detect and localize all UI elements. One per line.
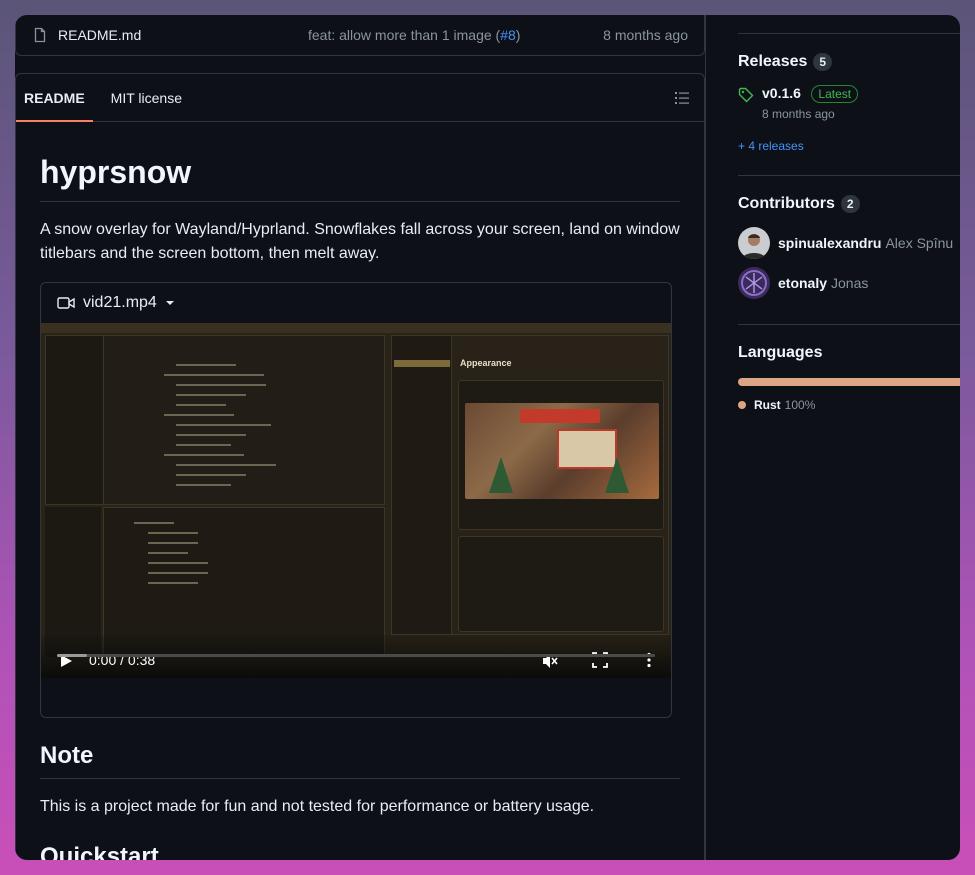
video-code-line	[148, 542, 198, 544]
file-name[interactable]: README.md	[58, 27, 308, 43]
video-code-line	[176, 464, 276, 466]
video-code-line	[176, 394, 246, 396]
contributor-fullname: Alex Spînu	[885, 235, 954, 251]
video-code-editor	[45, 335, 385, 505]
video-player[interactable]: Appearance 0:00 / 0:38	[41, 323, 671, 678]
avatar[interactable]	[738, 267, 770, 299]
main-column: README.md feat: allow more than 1 image …	[15, 15, 705, 860]
tab-readme[interactable]: README	[16, 74, 93, 122]
video-settings-window: Appearance	[391, 335, 669, 635]
video-code-line	[176, 474, 246, 476]
language-name: Rust	[754, 398, 781, 412]
tag-icon	[738, 87, 754, 103]
repo-sidebar: Releases 5 v0.1.6 Latest 8 months ago + …	[705, 15, 960, 860]
commit-message-suffix: )	[515, 26, 521, 43]
contributors-heading[interactable]: Contributors 2	[738, 195, 960, 213]
video-desktop-topbar	[41, 323, 671, 333]
contributor-username[interactable]: spinualexandru	[778, 235, 881, 251]
video-progress-bar[interactable]	[57, 654, 655, 657]
latest-release[interactable]: v0.1.6 Latest 8 months ago	[738, 85, 960, 121]
video-embed: vid21.mp4 Appearance 0:00 / 0:38	[40, 282, 672, 718]
release-version[interactable]: v0.1.6	[762, 85, 801, 101]
contributors-count: 2	[840, 195, 860, 213]
readme-description: A snow overlay for Wayland/Hyprland. Sno…	[40, 221, 680, 262]
releases-count: 5	[813, 53, 833, 71]
languages-title: Languages	[738, 344, 823, 361]
video-code-line	[164, 414, 234, 416]
language-color-dot	[738, 401, 746, 409]
readme-title: hyprsnow	[40, 154, 680, 202]
readme-tabs: README MIT license	[16, 74, 704, 122]
video-wallpaper-tree	[489, 457, 513, 493]
readme-file-row[interactable]: README.md feat: allow more than 1 image …	[15, 15, 705, 56]
video-code-line	[134, 522, 174, 524]
release-date: 8 months ago	[762, 107, 835, 121]
video-general-card	[458, 536, 664, 632]
note-heading: Note	[40, 742, 680, 779]
video-code-line	[164, 454, 244, 456]
more-releases-link[interactable]: + 4 releases	[738, 139, 960, 153]
language-percent: 100%	[784, 398, 816, 412]
outline-list-icon[interactable]	[674, 90, 690, 106]
github-window: README.md feat: allow more than 1 image …	[15, 15, 960, 860]
video-code-line	[148, 572, 208, 574]
video-code-line	[176, 404, 226, 406]
video-editor-sidebar	[46, 336, 104, 504]
sidebar-divider	[738, 33, 960, 34]
video-code-line	[176, 424, 271, 426]
contributor-fullname: Jonas	[831, 275, 869, 291]
sidebar-divider	[738, 175, 960, 176]
contributors-title: Contributors	[738, 195, 835, 212]
video-code-line	[148, 532, 198, 534]
languages-section: Languages Rust 100%	[738, 344, 960, 412]
releases-section: Releases 5 v0.1.6 Latest 8 months ago + …	[738, 53, 960, 153]
contributor-item[interactable]: spinualexandru Alex Spînu	[738, 227, 960, 259]
tab-license[interactable]: MIT license	[103, 74, 190, 121]
note-text: This is a project made for fun and not t…	[40, 798, 595, 815]
language-bar	[738, 378, 960, 386]
video-settings-nav-selected	[394, 360, 450, 367]
chevron-down-icon	[165, 301, 174, 305]
video-wallpaper-card	[458, 380, 664, 530]
releases-heading[interactable]: Releases 5	[738, 53, 960, 71]
releases-title: Releases	[738, 53, 808, 70]
video-camera-icon	[57, 297, 75, 309]
file-icon	[34, 27, 46, 42]
video-code-line	[176, 484, 231, 486]
video-header[interactable]: vid21.mp4	[41, 283, 671, 323]
contributors-section: Contributors 2 spinualexandru Alex Spînu	[738, 195, 960, 299]
video-settings-title: Appearance	[460, 358, 512, 368]
video-wallpaper-tree	[605, 457, 629, 493]
video-progress-fill	[57, 654, 87, 657]
video-code-line	[148, 562, 208, 564]
quickstart-heading: Quickstart	[40, 843, 159, 860]
video-code-line	[176, 384, 266, 386]
readme-content: hyprsnow A snow overlay for Wayland/Hypr…	[16, 154, 704, 860]
video-controls: 0:00 / 0:38	[41, 648, 671, 678]
video-code-line	[148, 582, 198, 584]
commit-time: 8 months ago	[603, 26, 688, 43]
video-code-line	[148, 552, 188, 554]
avatar[interactable]	[738, 227, 770, 259]
latest-badge: Latest	[811, 85, 859, 103]
commit-message[interactable]: feat: allow more than 1 image (#8)	[308, 27, 603, 43]
video-settings-nav	[392, 336, 452, 634]
languages-heading: Languages	[738, 344, 960, 362]
commit-pr-link[interactable]: #8	[500, 27, 516, 43]
readme-panel: README MIT license hyprsnow A snow overl…	[15, 73, 705, 860]
video-wallpaper-sign	[520, 409, 600, 423]
video-code-line	[176, 434, 246, 436]
video-filename: vid21.mp4	[83, 294, 157, 311]
contributor-username[interactable]: etonaly	[778, 275, 827, 291]
language-item[interactable]: Rust 100%	[738, 398, 960, 412]
commit-message-text: feat: allow more than 1 image (	[308, 26, 501, 43]
video-wallpaper-image	[465, 403, 659, 499]
video-code-line	[164, 374, 264, 376]
video-code-line	[176, 364, 236, 366]
contributor-item[interactable]: etonaly Jonas	[738, 267, 960, 299]
video-code-line	[176, 444, 231, 446]
sidebar-divider	[738, 324, 960, 325]
